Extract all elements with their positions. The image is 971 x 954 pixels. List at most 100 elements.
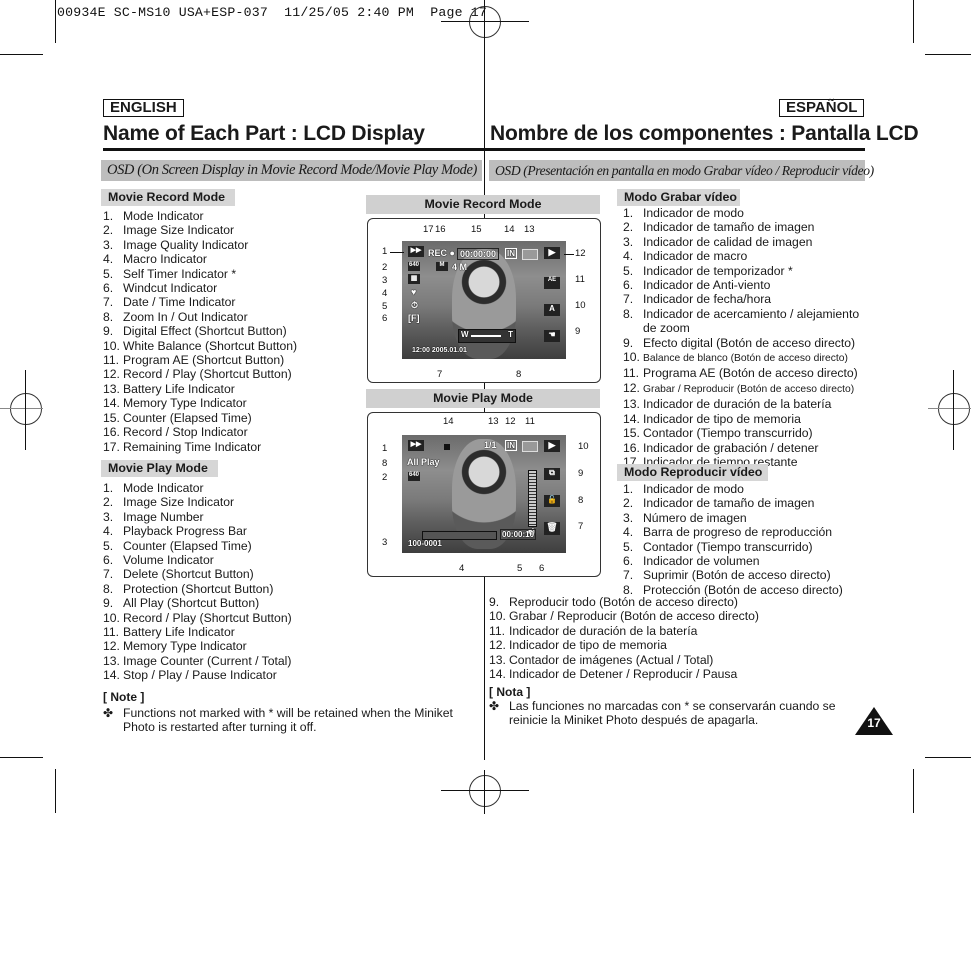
item-text: Número de imagen — [643, 510, 747, 525]
delete-button-icon[interactable]: 🗑 — [544, 522, 560, 535]
rec-label: REC ● — [428, 248, 455, 258]
battery-icon — [522, 249, 538, 260]
item-text: Balance de blanco (Botón de acceso direc… — [643, 353, 848, 365]
section-heading-record-es: Modo Grabar vídeo — [617, 189, 740, 206]
list-item: 1. Indicador de modo — [623, 206, 859, 220]
item-text: Self Timer Indicator * — [123, 266, 237, 281]
diagram-play: ▶▶ 1/1 IN ▶ All Play 640 ⧉ 🔓 ◀) 🗑 00:00:… — [367, 412, 601, 577]
item-text: de zoom — [643, 321, 690, 336]
item-text: Digital Effect (Shortcut Button) — [123, 324, 287, 339]
list-item: 2. Indicador de tamaño de imagen — [623, 496, 843, 510]
language-label-spanish: ESPAÑOL — [779, 99, 865, 117]
list-item: 4. Macro Indicator — [103, 252, 297, 266]
list-item: 7. Suprimir (Botón de acceso directo) — [623, 568, 843, 582]
item-text: Remaining Time Indicator — [123, 439, 262, 454]
item-number: 10. — [103, 610, 120, 625]
list-item: 16. Record / Stop Indicator — [103, 425, 297, 439]
item-text: Reproducir todo (Botón de acceso directo… — [509, 595, 738, 609]
item-text: Indicador de duración de la batería — [509, 623, 698, 638]
callout: 13 — [524, 224, 535, 235]
list-item: 8. Indicador de acercamiento / alejamient… — [623, 307, 859, 321]
image-size-icon: 640 — [408, 472, 420, 481]
item-number: 9. — [623, 335, 634, 350]
list-item: 12. Grabar / Reproducir (Botón de acceso … — [623, 381, 859, 397]
note-text: Functions not marked with * will be reta… — [123, 706, 453, 735]
list-item: 10. White Balance (Shortcut Button) — [103, 339, 297, 353]
print-header: 00934E SC-MS10 USA+ESP-037 11/25/05 2:40… — [57, 5, 488, 20]
item-number: 7. — [623, 568, 634, 583]
list-item: 1. Mode Indicator — [103, 209, 297, 223]
battery-icon — [522, 441, 538, 452]
item-number: 5. — [623, 539, 634, 554]
record-mode-list: 1. Mode Indicator 2. Image Size Indicator 3.… — [103, 209, 297, 454]
note-line: reinicie la Miniket Photo después de apa… — [509, 713, 759, 728]
item-number: 9. — [103, 324, 114, 339]
record-play-button-icon[interactable]: ▶ — [544, 247, 560, 259]
item-number: 6. — [103, 281, 114, 296]
self-timer-icon: ⏱ — [411, 300, 419, 310]
item-text: Indicador de Detener / Reproducir / Paus… — [509, 667, 738, 682]
callout: 8 — [578, 495, 584, 506]
camcorder-mode-icon: ▶▶ — [408, 246, 424, 257]
item-number: 15. — [103, 410, 120, 425]
item-text: Contador (Tiempo transcurrido) — [643, 539, 813, 554]
item-text: Image Size Indicator — [123, 495, 235, 510]
digital-effect-button-icon[interactable]: ☚ — [544, 330, 560, 342]
list-item: 9. Digital Effect (Shortcut Button) — [103, 324, 297, 338]
play-mode-list-es-cont: 9. Reproducir todo (Botón de acceso direc… — [489, 595, 759, 681]
callout: 14 — [443, 416, 454, 427]
zoom-bar: W T — [458, 329, 516, 343]
callout: 11 — [575, 274, 585, 285]
callout: 2 — [382, 262, 388, 273]
item-text: Indicador de fecha/hora — [643, 292, 772, 307]
image-size-icon: 640 — [408, 262, 420, 271]
list-item: 13. Indicador de duración de la batería — [623, 397, 859, 411]
white-balance-button-icon[interactable]: AE — [544, 277, 560, 289]
note-bullet: ✤ — [489, 699, 500, 713]
memory-icon: M — [436, 262, 448, 271]
list-item: 5. Contador (Tiempo transcurrido) — [623, 540, 843, 554]
item-text: Program AE (Shortcut Button) — [123, 353, 285, 368]
item-number: 3. — [623, 234, 634, 249]
title-rule — [103, 148, 484, 151]
program-ae-button-icon[interactable]: A — [544, 304, 560, 316]
all-play-label: All Play — [407, 457, 440, 467]
note-text-es: Las funciones no marcadas con * se conse… — [509, 699, 836, 728]
item-text: Indicador de acercamiento / alejamiento — [643, 306, 860, 321]
list-item: 7. Date / Time Indicator — [103, 295, 297, 309]
item-number: 7. — [103, 295, 114, 310]
language-label-english: ENGLISH — [103, 99, 184, 117]
protection-button-icon[interactable]: 🔓 — [544, 495, 560, 507]
list-item: 9. Efecto digital (Botón de acceso direct… — [623, 336, 859, 350]
item-number: 17. — [103, 439, 120, 454]
callout: 16 — [435, 224, 446, 235]
item-number: 2. — [623, 496, 634, 511]
item-text: Indicador de tamaño de imagen — [643, 496, 815, 511]
item-text: Mode Indicator — [123, 209, 204, 223]
crop-mark — [55, 769, 56, 813]
remaining-time: 4 M — [452, 262, 468, 272]
list-item: 6. Indicador de Anti-viento — [623, 278, 859, 292]
item-text: Efecto digital (Botón de acceso directo) — [643, 335, 856, 350]
item-text: Image Size Indicator — [123, 223, 235, 238]
item-text: Windcut Indicator — [123, 281, 218, 296]
all-play-button-icon[interactable]: ⧉ — [544, 468, 560, 480]
item-text: Indicador de macro — [643, 249, 748, 264]
list-item: 14. Indicador de tipo de memoria — [623, 412, 859, 426]
counter: 00:00:10 — [500, 529, 537, 540]
item-text: Indicador de grabación / detener — [643, 440, 819, 455]
crop-mark — [913, 769, 914, 813]
list-item: 11. Battery Life Indicator — [103, 625, 292, 639]
item-text: Image Quality Indicator — [123, 237, 249, 252]
item-number: 10. — [623, 350, 640, 365]
item-number: 14. — [489, 667, 506, 682]
item-text: Mode Indicator — [123, 481, 204, 495]
diagram-record: ▶▶ REC ● 00:00:00 IN ▶ 640 M 4 M ▦ AE ♥ … — [367, 218, 601, 383]
item-number: 3. — [103, 237, 114, 252]
item-number: 1. — [103, 209, 114, 223]
record-play-button-icon[interactable]: ▶ — [544, 440, 560, 452]
memory-type: IN — [505, 248, 517, 259]
callout-leader — [564, 254, 574, 255]
callout: 10 — [578, 441, 589, 452]
list-item: 16. Indicador de grabación / detener — [623, 441, 859, 455]
